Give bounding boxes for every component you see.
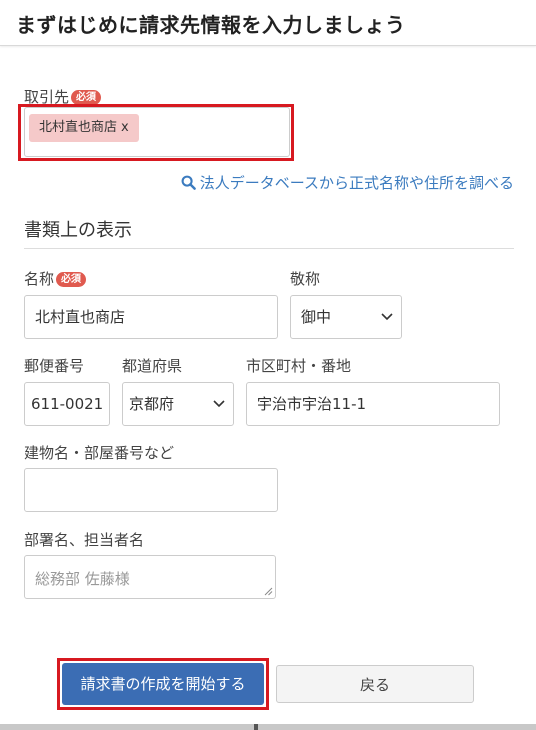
search-icon (181, 175, 196, 190)
honorific-value: 御中 (301, 308, 332, 326)
prefecture-label: 都道府県 (122, 357, 183, 375)
prefecture-select[interactable]: 京都府 (122, 382, 234, 426)
client-tag: 北村直也商店 x (29, 114, 139, 142)
bottom-scroll-edge (0, 724, 536, 730)
city-label: 市区町村・番地 (246, 357, 352, 375)
back-button[interactable]: 戻る (276, 665, 474, 703)
chevron-down-icon (381, 296, 393, 338)
honorific-select[interactable]: 御中 (290, 295, 402, 339)
building-label: 建物名・部屋番号など (24, 444, 175, 462)
name-label: 名称 (24, 270, 55, 288)
resize-handle-icon[interactable] (263, 586, 273, 596)
client-tag-input[interactable]: 北村直也商店 x (24, 107, 290, 157)
city-address-input[interactable]: 宇治市宇治11-1 (246, 382, 500, 426)
department-placeholder: 総務部 佐藤様 (35, 570, 130, 588)
postal-label: 郵便番号 (24, 357, 85, 375)
chevron-down-icon (213, 383, 225, 425)
client-tag-remove-button[interactable]: x (121, 120, 129, 135)
section-divider (24, 248, 514, 249)
postal-code-input[interactable]: 611-0021 (24, 382, 110, 426)
required-badge: 必須 (71, 90, 102, 105)
honorific-label: 敬称 (290, 270, 321, 288)
department-textarea[interactable]: 総務部 佐藤様 (24, 555, 276, 599)
page-header: まずはじめに請求先情報を入力しましょう (0, 0, 536, 46)
scroll-indicator (254, 724, 258, 730)
section-title: 書類上の表示 (24, 220, 132, 241)
corporate-database-link[interactable]: 法人データベースから正式名称や住所を調べる (181, 172, 514, 193)
name-input[interactable]: 北村直也商店 (24, 295, 278, 339)
department-label: 部署名、担当者名 (24, 531, 145, 549)
start-invoice-button[interactable]: 請求書の作成を開始する (62, 663, 264, 705)
corporate-database-link-text: 法人データベースから正式名称や住所を調べる (199, 174, 514, 192)
client-tag-label: 北村直也商店 (39, 120, 118, 135)
prefecture-value: 京都府 (129, 395, 175, 413)
name-label-row: 名称 必須 (24, 268, 87, 289)
page-title: まずはじめに請求先情報を入力しましょう (16, 13, 406, 37)
building-input[interactable] (24, 468, 278, 512)
required-badge: 必須 (56, 272, 87, 287)
